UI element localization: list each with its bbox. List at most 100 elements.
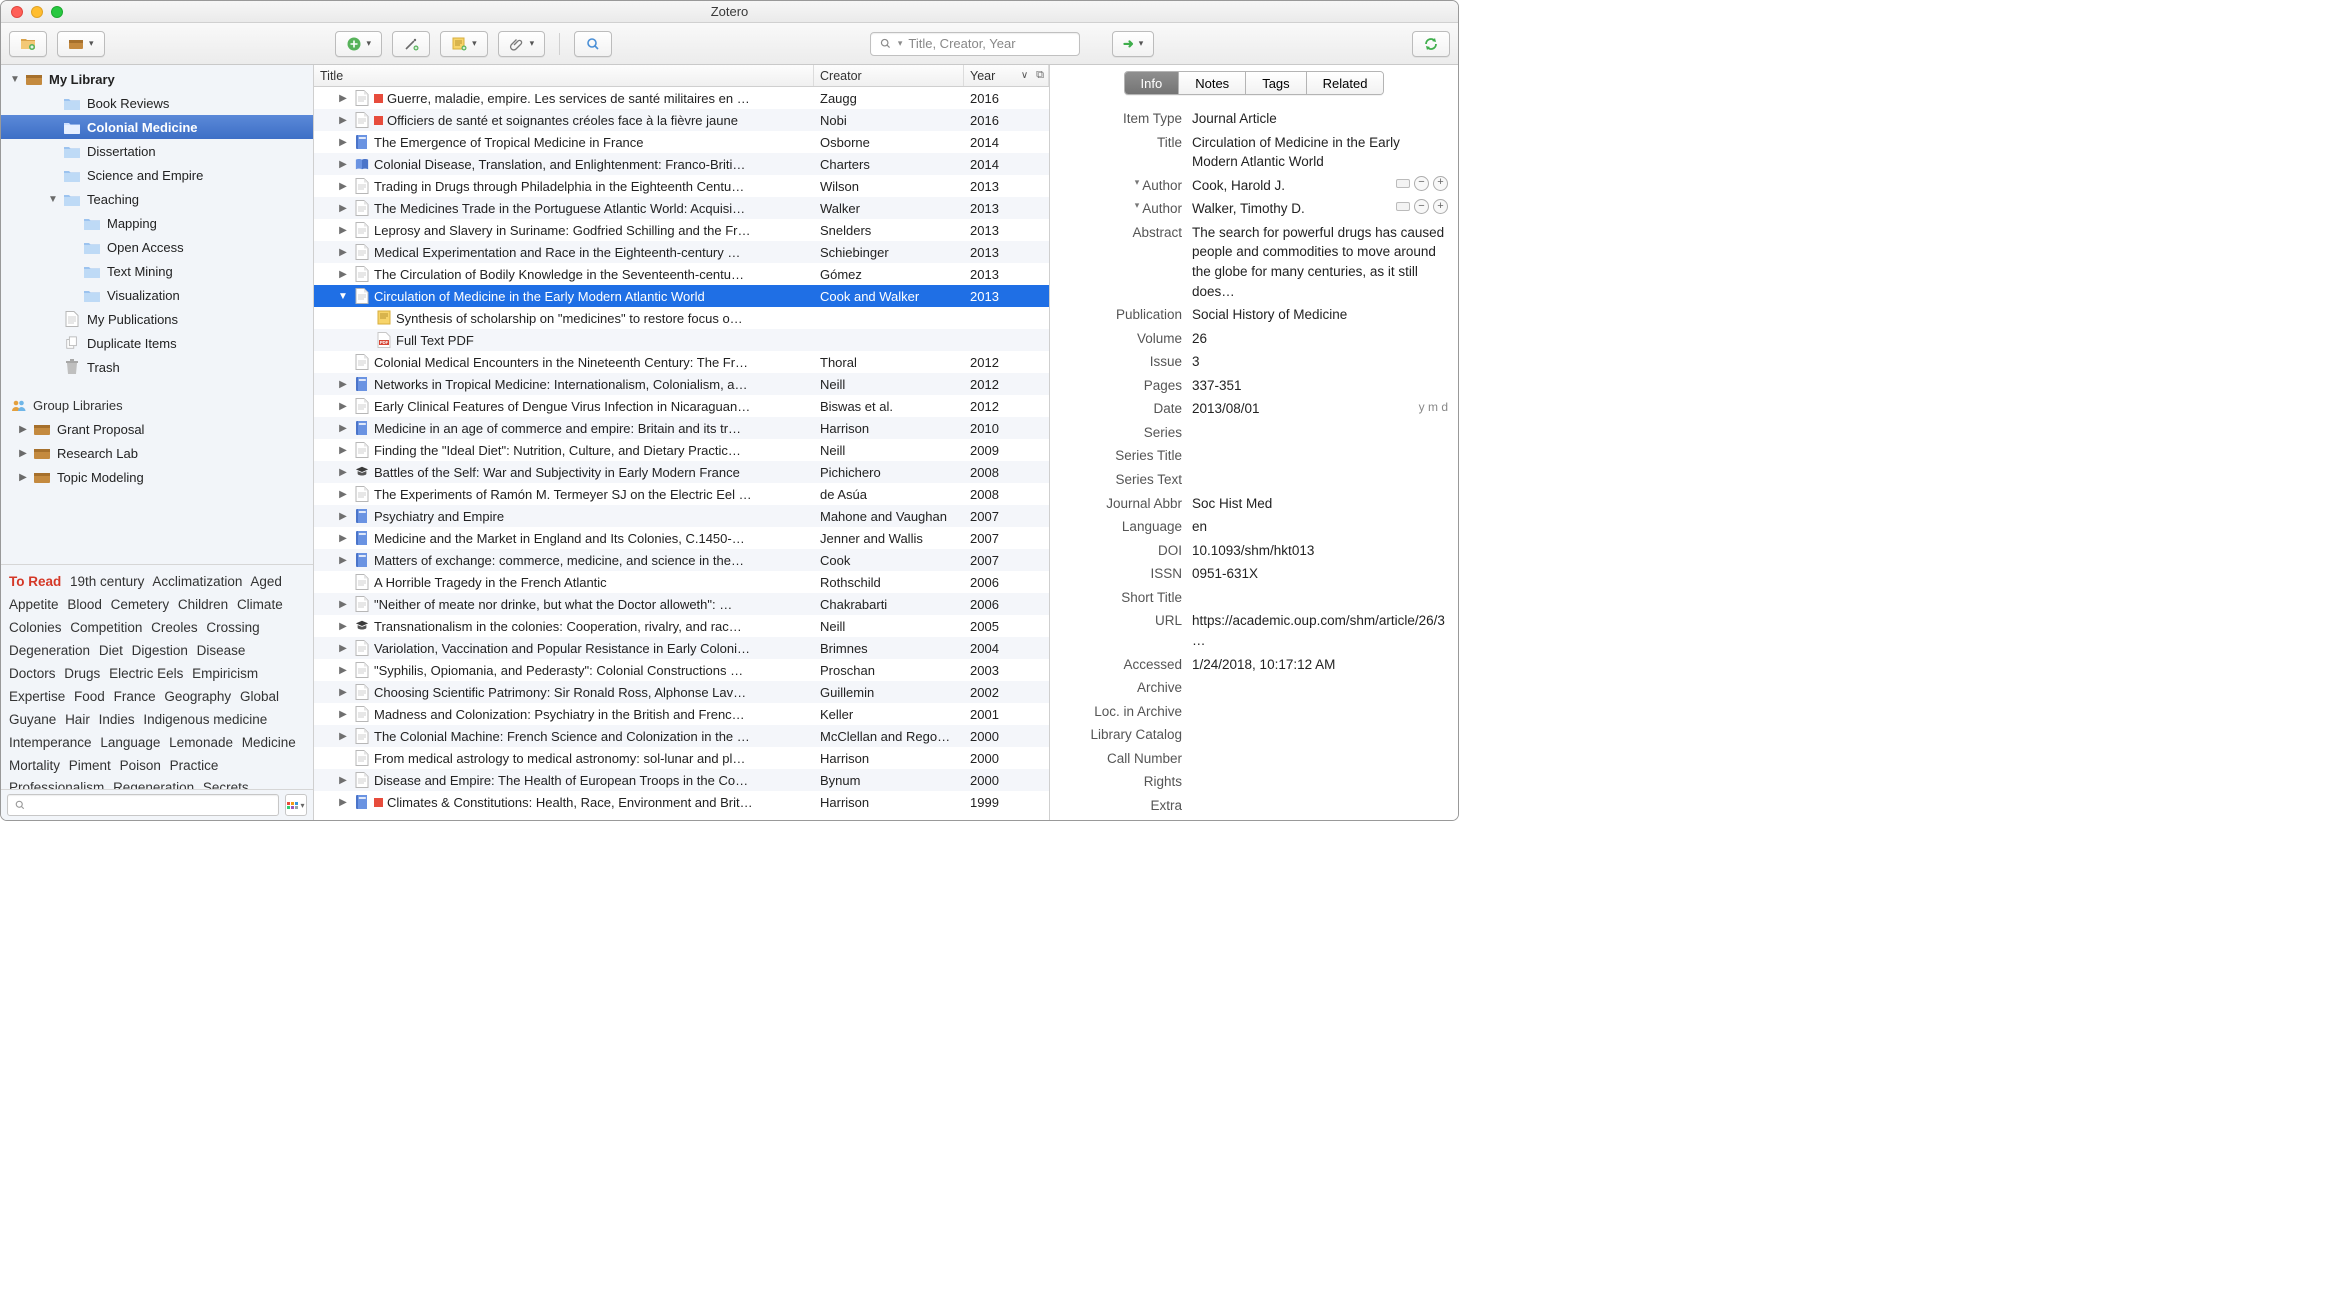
tag-selector[interactable]: To Read 19th century Acclimatization Age… <box>1 564 313 789</box>
tag[interactable]: Indigenous medicine <box>143 712 267 727</box>
tag[interactable]: Global <box>240 689 279 704</box>
item-row[interactable]: ▶Colonial Disease, Translation, and Enli… <box>314 153 1049 175</box>
collection-node[interactable]: Trash <box>1 355 313 379</box>
item-info-body[interactable]: Item TypeJournal ArticleTitleCirculation… <box>1050 101 1458 820</box>
item-row[interactable]: ▶The Emergence of Tropical Medicine in F… <box>314 131 1049 153</box>
item-tab-notes[interactable]: Notes <box>1179 72 1246 94</box>
magic-wand-button[interactable] <box>392 31 430 57</box>
disclosure-triangle[interactable]: ▶ <box>336 489 350 500</box>
info-field[interactable]: Extra <box>1060 794 1448 818</box>
swap-names-button[interactable] <box>1396 179 1410 188</box>
tag[interactable]: Professionalism <box>9 780 104 789</box>
info-field[interactable]: Languageen <box>1060 515 1448 539</box>
info-value[interactable] <box>1192 749 1448 769</box>
item-row[interactable]: ▶Psychiatry and EmpireMahone and Vaughan… <box>314 505 1049 527</box>
item-row[interactable]: ▶The Medicines Trade in the Portuguese A… <box>314 197 1049 219</box>
tag[interactable]: Cemetery <box>111 597 170 612</box>
info-field[interactable]: Issue3 <box>1060 350 1448 374</box>
collection-node[interactable]: Visualization <box>1 283 313 307</box>
info-value[interactable]: 3 <box>1192 352 1448 372</box>
item-row[interactable]: ▶Networks in Tropical Medicine: Internat… <box>314 373 1049 395</box>
tag[interactable]: Colonies <box>9 620 62 635</box>
tag[interactable]: Hair <box>65 712 90 727</box>
new-collection-button[interactable] <box>9 31 47 57</box>
item-row[interactable]: ▶Battles of the Self: War and Subjectivi… <box>314 461 1049 483</box>
tag[interactable]: Appetite <box>9 597 59 612</box>
info-value[interactable] <box>1192 588 1448 608</box>
info-value[interactable] <box>1192 446 1448 466</box>
disclosure-triangle[interactable]: ▼ <box>47 194 59 205</box>
column-picker-button[interactable]: ⧉ <box>1036 69 1044 82</box>
info-field[interactable]: Volume26 <box>1060 327 1448 351</box>
info-value[interactable] <box>1192 702 1448 722</box>
disclosure-triangle[interactable]: ▶ <box>336 269 350 280</box>
column-header-creator[interactable]: Creator <box>814 65 964 86</box>
tag[interactable]: Practice <box>170 758 219 773</box>
info-field[interactable]: ISSN0951-631X <box>1060 562 1448 586</box>
disclosure-triangle[interactable]: ▶ <box>336 137 350 148</box>
tag[interactable]: Disease <box>197 643 246 658</box>
disclosure-triangle[interactable]: ▶ <box>336 797 350 808</box>
new-item-button[interactable]: ▾ <box>335 31 383 57</box>
collection-node[interactable]: Colonial Medicine <box>1 115 313 139</box>
tag[interactable]: France <box>114 689 156 704</box>
tag[interactable]: Climate <box>237 597 283 612</box>
tag[interactable]: 19th century <box>70 574 144 589</box>
group-library-node[interactable]: ▶Topic Modeling <box>1 465 313 489</box>
info-value[interactable]: 0951-631X <box>1192 564 1448 584</box>
items-list[interactable]: ▶Guerre, maladie, empire. Les services d… <box>314 87 1049 820</box>
item-row[interactable]: PDFFull Text PDF <box>314 329 1049 351</box>
item-row[interactable]: From medical astrology to medical astron… <box>314 747 1049 769</box>
tag[interactable]: Intemperance <box>9 735 92 750</box>
tag[interactable]: Geography <box>164 689 231 704</box>
collection-node[interactable]: Duplicate Items <box>1 331 313 355</box>
sync-button[interactable] <box>1412 31 1450 57</box>
info-field[interactable]: Short Title <box>1060 586 1448 610</box>
disclosure-triangle[interactable]: ▶ <box>336 115 350 126</box>
tag[interactable]: Indies <box>99 712 135 727</box>
item-row[interactable]: ▶Choosing Scientific Patrimony: Sir Rona… <box>314 681 1049 703</box>
disclosure-triangle[interactable]: ▶ <box>336 445 350 456</box>
tag[interactable]: Expertise <box>9 689 65 704</box>
info-value[interactable] <box>1192 470 1448 490</box>
disclosure-triangle[interactable]: ▶ <box>336 511 350 522</box>
item-row[interactable]: ▶Early Clinical Features of Dengue Virus… <box>314 395 1049 417</box>
info-value[interactable]: 337-351 <box>1192 376 1448 396</box>
disclosure-triangle[interactable]: ▶ <box>336 709 350 720</box>
tag[interactable]: Doctors <box>9 666 56 681</box>
item-row[interactable]: ▶Madness and Colonization: Psychiatry in… <box>314 703 1049 725</box>
info-field[interactable]: Series <box>1060 421 1448 445</box>
tag[interactable]: Diet <box>99 643 123 658</box>
item-row[interactable]: Colonial Medical Encounters in the Ninet… <box>314 351 1049 373</box>
tag[interactable]: Piment <box>69 758 111 773</box>
item-row[interactable]: ▶Transnationalism in the colonies: Coope… <box>314 615 1049 637</box>
collection-node[interactable]: ▼Teaching <box>1 187 313 211</box>
tag[interactable]: Poison <box>120 758 161 773</box>
item-row[interactable]: ▶"Neither of meate nor drinke, but what … <box>314 593 1049 615</box>
collection-node[interactable]: My Publications <box>1 307 313 331</box>
collection-node[interactable]: Science and Empire <box>1 163 313 187</box>
disclosure-triangle[interactable]: ▶ <box>336 247 350 258</box>
info-value[interactable]: 10.1093/shm/hkt013 <box>1192 541 1448 561</box>
tag[interactable]: Regeneration <box>113 780 194 789</box>
disclosure-triangle[interactable]: ▶ <box>336 599 350 610</box>
quick-search-input[interactable]: ▾ Title, Creator, Year <box>870 32 1080 56</box>
disclosure-triangle[interactable]: ▶ <box>336 665 350 676</box>
add-author-button[interactable]: + <box>1433 199 1448 214</box>
add-author-button[interactable]: + <box>1433 176 1448 191</box>
tag[interactable]: Digestion <box>132 643 188 658</box>
tag[interactable]: Language <box>100 735 160 750</box>
tag[interactable]: Secrets <box>203 780 249 789</box>
info-field[interactable]: ▾AuthorCook, Harold J.−+ <box>1060 174 1448 198</box>
info-value[interactable]: 1/24/2018, 10:17:12 AM <box>1192 819 1448 820</box>
info-value[interactable]: en <box>1192 517 1448 537</box>
disclosure-triangle[interactable]: ▼ <box>9 74 21 85</box>
disclosure-triangle[interactable]: ▶ <box>336 643 350 654</box>
disclosure-triangle[interactable]: ▶ <box>336 423 350 434</box>
info-field[interactable]: Pages337-351 <box>1060 374 1448 398</box>
item-row[interactable]: ▶The Circulation of Bodily Knowledge in … <box>314 263 1049 285</box>
info-field[interactable]: Loc. in Archive <box>1060 700 1448 724</box>
collection-node[interactable]: Dissertation <box>1 139 313 163</box>
info-value[interactable]: Walker, Timothy D.−+ <box>1192 199 1448 219</box>
item-row[interactable]: ▶The Experiments of Ramón M. Termeyer SJ… <box>314 483 1049 505</box>
